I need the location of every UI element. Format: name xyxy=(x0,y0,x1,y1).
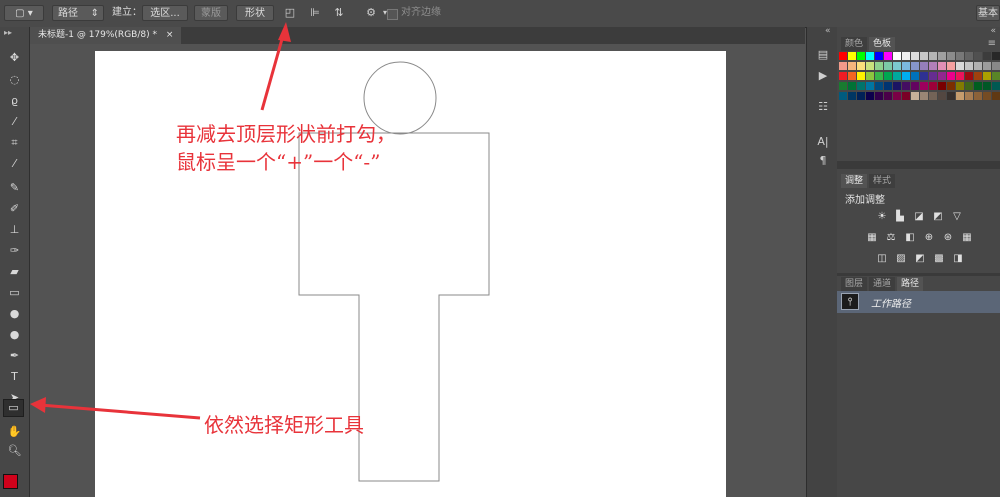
arrow-to-rectangle-tool xyxy=(39,403,201,420)
annotation-arrows xyxy=(30,22,291,420)
annotation-line-1: 再减去顶层形状前打勾， xyxy=(176,122,396,146)
arrow-head xyxy=(30,397,46,413)
annotation-line-2: 鼠标呈一个“+”一个“-” xyxy=(176,150,381,174)
annotation-line-3: 依然选择矩形工具 xyxy=(204,413,364,437)
arrow-head xyxy=(278,22,291,42)
arrow-to-path-operations xyxy=(260,31,286,111)
